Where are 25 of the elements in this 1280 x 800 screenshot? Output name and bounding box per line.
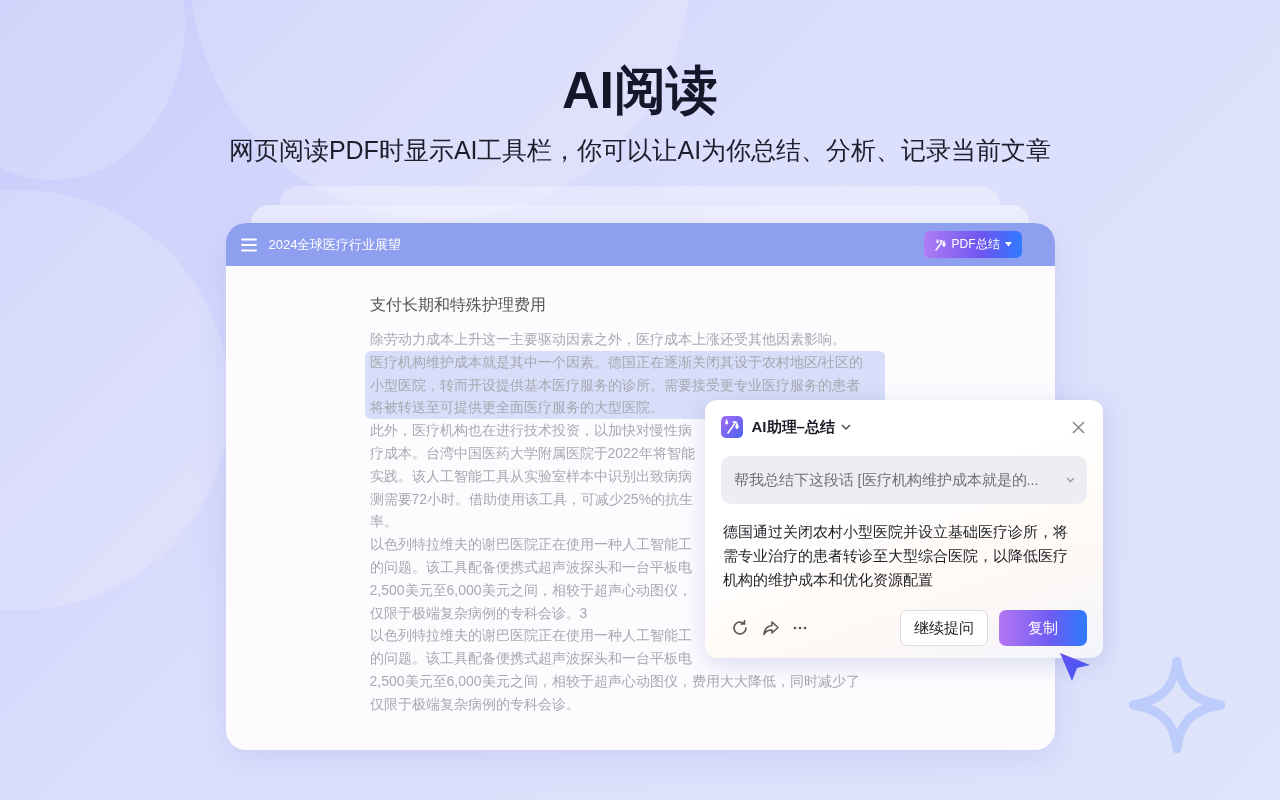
text-line: 除劳动力成本上升这一主要驱动因素之外，医疗成本上涨还受其他因素影响。 [368,330,846,349]
assistant-title: AI助理–总结 [751,417,835,437]
highlighted-text-line: 医疗机构维护成本就是其中一个因素。德国正在逐渐关闭其设于农村地区/社区的 [364,350,885,374]
text-line: 的问题。该工具配备便携式超声波探头和一台平板电 [368,649,692,669]
page-title: AI阅读 [562,62,718,118]
pdf-summary-button[interactable]: PDF总结 [923,231,1022,258]
text-line: 以色列特拉维夫的谢巴医院正在使用一种人工智能工 [368,535,692,555]
section-heading: 支付长期和特殊护理费用 [369,295,547,315]
prompt-field[interactable]: 帮我总结下这段话 [医疗机构维护成本就是的... [720,456,1087,504]
text-line: 仅限于极端复杂病例的专科会诊。 [368,694,580,714]
text-line: 率。 [368,512,398,532]
copy-button[interactable]: 复制 [998,610,1087,646]
text-line: 以色列特拉维夫的谢巴医院正在使用一种人工智能工 [368,626,692,646]
document-title: 2024全球医疗行业展望 [268,235,403,254]
summary-text: 德国通过关闭农村小型医院并设立基础医疗诊所，将需专业治疗的患者转诊至大型综合医院，以降低医疗机构的维护成本和优化资源配置 [721,522,1069,590]
text-line: 疗成本。台湾中国医药大学附属医院于2022年将智能 [368,444,695,463]
text-line: 仅限于极端复杂病例的专科会诊。3 [368,603,588,623]
text-line: 测需要72小时。借助使用该工具，可减少25%的抗生 [368,489,694,509]
page-subtitle: 网页阅读PDF时显示AI工具栏，你可以让AI为你总结、分析、记录当前文章 [228,135,1052,166]
text-line: 的问题。该工具配备便携式超声波探头和一台平板电 [368,557,692,577]
text-line: 实践。该人工智能工具从实验室样本中识别出致病病 [368,466,692,486]
text-line: 2,500美元至6,000美元之间，相较于超声心动图仪，费用大大降低，同时减少了 [368,671,860,691]
text-line: 此外，医疗机构也在进行技术投资，以加快对慢性病 [368,421,692,441]
follow-up-button[interactable]: 继续提问 [899,610,988,646]
text-line: 2,500美元至6,000美元之间，相较于超声心动图仪， [368,580,692,600]
